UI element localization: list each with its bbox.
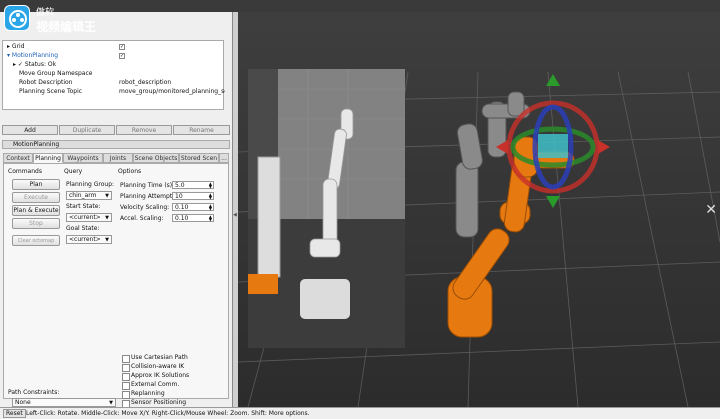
chevron-down-icon: ▼ (105, 193, 109, 199)
watermark-line1: 傲软 (36, 8, 55, 18)
tree-row-label: Move Group Namespace (19, 70, 93, 77)
collapse-arrow-icon[interactable]: ◀ (233, 212, 237, 218)
planning-time-input[interactable]: 5.0 ▲ ▼ (172, 181, 214, 189)
tab-scene-objects[interactable]: Scene Objects (133, 153, 179, 163)
replanning-checkbox[interactable]: Replanning (122, 390, 165, 399)
tree-row-label: Grid (11, 43, 25, 50)
accel-scaling-input[interactable]: 0.10 ▲ ▼ (172, 214, 214, 222)
planning-group-label: Planning Group: (66, 181, 115, 188)
start-state-select[interactable]: <current> ▼ (66, 213, 112, 222)
status-hint: Left-Click: Rotate. Middle-Click: Move X… (26, 410, 310, 417)
spin-arrows-icon[interactable]: ▲ ▼ (209, 215, 212, 222)
tree-row-label: Robot Description (19, 79, 73, 86)
commands-header: Commands (8, 168, 42, 175)
duplicate-button[interactable]: Duplicate (59, 125, 115, 135)
motionplanning-tabs: Context Planning Waypoints Joints Scene … (3, 153, 229, 163)
displays-tree[interactable]: ▸ Grid ✓ ▾ MotionPlanning ✓ ▸ ✓ Status: … (2, 40, 225, 110)
select-value: chin_arm (69, 192, 97, 199)
external-comm-checkbox[interactable]: External Comm. (122, 381, 179, 390)
grid-checkbox[interactable]: ✓ (119, 44, 125, 50)
tab-planning[interactable]: Planning (33, 153, 63, 163)
tree-value: move_group/monitored_planning_sce... (119, 88, 225, 95)
stop-button[interactable]: Stop (12, 218, 60, 229)
options-header: Options (118, 168, 142, 175)
use-cartesian-path-checkbox[interactable]: Use Cartesian Path (122, 354, 188, 363)
tree-row-motionplanning[interactable]: ▾ MotionPlanning (7, 52, 58, 60)
option-label: Velocity Scaling: (120, 204, 170, 211)
input-value: 0.10 (175, 204, 189, 211)
select-value: None (15, 399, 31, 406)
display-buttons: Add Duplicate Remove Rename (2, 125, 230, 135)
sensor-positioning-checkbox[interactable]: Sensor Positioning (122, 399, 186, 408)
tree-row-label: MotionPlanning (11, 52, 59, 59)
tree-value: robot_description (119, 79, 172, 86)
select-value: <current> (69, 236, 101, 243)
goal-state-label: Goal State: (66, 225, 100, 232)
tab-waypoints[interactable]: Waypoints (63, 153, 103, 163)
tree-row-namespace[interactable]: Move Group Namespace (19, 70, 92, 78)
crosshair-icon: ✕ (705, 202, 717, 218)
spin-arrows-icon[interactable]: ▲ ▼ (209, 193, 212, 200)
planning-tab-pane: Commands Plan Execute Plan & Execute Sto… (3, 163, 229, 408)
tab-joints[interactable]: Joints (103, 153, 133, 163)
reset-button[interactable]: Reset (3, 409, 26, 418)
left-panel: ▸ Grid ✓ ▾ MotionPlanning ✓ ▸ ✓ Status: … (0, 12, 233, 408)
plan-button[interactable]: Plan (12, 179, 60, 190)
tree-row-scene-topic[interactable]: Planning Scene Topic (19, 88, 82, 96)
option-label: Planning Attempts: (120, 193, 178, 200)
status-bar: Reset Left-Click: Rotate. Middle-Click: … (0, 407, 720, 419)
panel-title: MotionPlanning (13, 141, 60, 148)
rename-button[interactable]: Rename (173, 125, 230, 135)
motionplanning-panel-title: MotionPlanning (2, 140, 230, 149)
input-value: 5.0 (175, 182, 185, 189)
execute-button[interactable]: Execute (12, 192, 60, 203)
watermark: 傲软 视频编辑王 (0, 0, 140, 38)
option-label: Accel. Scaling: (120, 215, 164, 222)
input-value: 10 (175, 193, 183, 200)
spin-arrows-icon[interactable]: ▲ ▼ (209, 204, 212, 211)
tree-row-robot-description[interactable]: Robot Description (19, 79, 72, 87)
collision-aware-ik-checkbox[interactable]: Collision-aware IK (122, 363, 184, 372)
path-constraints-label: Path Constraints: (8, 389, 60, 396)
chevron-down-icon: ▼ (105, 237, 109, 243)
input-value: 0.10 (175, 215, 189, 222)
tab-context[interactable]: Context (3, 153, 33, 163)
clear-octomap-button[interactable]: Clear octomap (12, 235, 60, 246)
velocity-scaling-input[interactable]: 0.10 ▲ ▼ (172, 203, 214, 211)
watermark-line2: 视频编辑王 (36, 20, 97, 34)
film-icon (4, 5, 30, 31)
tab-stored-scenes[interactable]: Stored Scen (179, 153, 219, 163)
path-constraints-select[interactable]: None ▼ (12, 398, 116, 407)
camera-overlay-image (248, 69, 405, 348)
goal-state-select[interactable]: <current> ▼ (66, 235, 112, 244)
chevron-down-icon: ▼ (105, 215, 109, 221)
motionplanning-checkbox[interactable]: ✓ (119, 53, 125, 59)
option-label: Planning Time (s): (120, 182, 175, 189)
approx-ik-checkbox[interactable]: Approx IK Solutions (122, 372, 189, 381)
query-header: Query (64, 168, 83, 175)
spin-arrows-icon[interactable]: ▲ ▼ (209, 182, 212, 189)
photo-content (248, 69, 405, 348)
remove-button[interactable]: Remove (116, 125, 172, 135)
tree-row-status[interactable]: ▸ ✓ Status: Ok (13, 61, 56, 69)
tree-row-label: Status: Ok (24, 61, 57, 68)
chevron-down-icon: ▼ (109, 400, 113, 406)
planning-group-select[interactable]: chin_arm ▼ (66, 191, 112, 200)
add-button[interactable]: Add (2, 125, 58, 135)
start-state-label: Start State: (66, 203, 101, 210)
planning-attempts-input[interactable]: 10 ▲ ▼ (172, 192, 214, 200)
plan-execute-button[interactable]: Plan & Execute (12, 205, 60, 216)
tree-row-label: Planning Scene Topic (19, 88, 83, 95)
tree-row-grid[interactable]: ▸ Grid (7, 43, 25, 51)
select-value: <current> (69, 214, 101, 221)
tab-more[interactable]: ... (219, 153, 229, 163)
